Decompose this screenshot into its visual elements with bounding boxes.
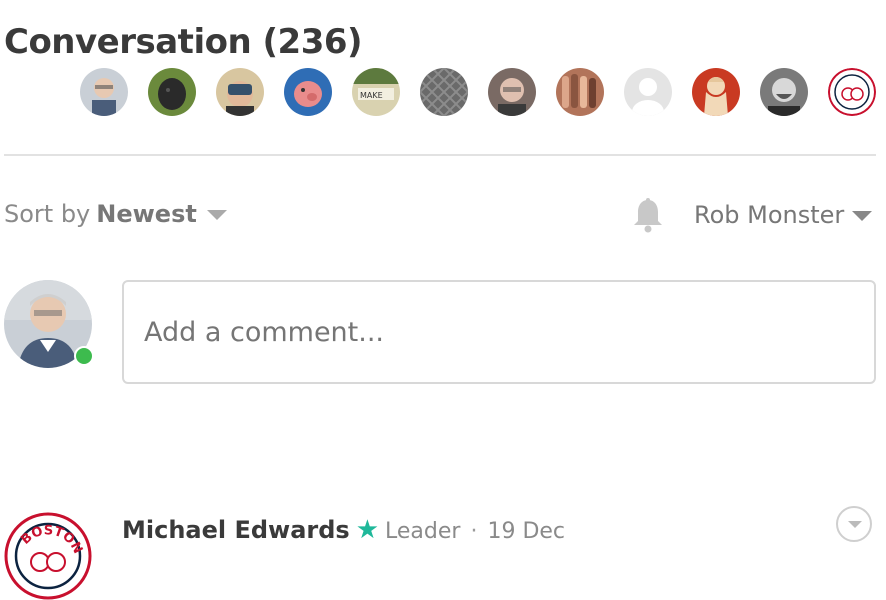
- participant-avatar[interactable]: MAKE: [352, 68, 400, 116]
- svg-text:MAKE: MAKE: [360, 91, 383, 100]
- chevron-down-icon: [852, 211, 873, 221]
- comment-options-button[interactable]: [836, 506, 872, 542]
- header-divider: [4, 154, 876, 156]
- chevron-down-icon: [206, 210, 227, 220]
- participant-avatar[interactable]: [556, 68, 604, 116]
- participant-avatar[interactable]: [80, 68, 128, 116]
- bell-icon[interactable]: [631, 197, 665, 233]
- online-status-indicator: [74, 346, 94, 366]
- participant-avatar[interactable]: [828, 68, 876, 116]
- comment-author-avatar[interactable]: BOSTON: [4, 512, 92, 600]
- star-icon: ★: [355, 515, 380, 545]
- comment-date[interactable]: 19 Dec: [487, 519, 565, 544]
- current-user-avatar: [4, 280, 94, 368]
- comment-author-role: Leader: [385, 519, 461, 544]
- participant-avatar[interactable]: [284, 68, 332, 116]
- participant-avatar[interactable]: [148, 68, 196, 116]
- participant-avatar[interactable]: [488, 68, 536, 116]
- participant-avatar[interactable]: [760, 68, 808, 116]
- comment-author-name[interactable]: Michael Edwards: [122, 516, 350, 544]
- conversation-title: Conversation (236): [4, 22, 363, 62]
- comment-header: Michael Edwards ★ Leader · 19 Dec: [122, 515, 565, 545]
- participant-avatar[interactable]: [692, 68, 740, 116]
- sort-dropdown[interactable]: Sort by Newest: [4, 200, 227, 228]
- participant-avatar[interactable]: [624, 68, 672, 116]
- participant-avatar[interactable]: [216, 68, 264, 116]
- participant-avatar[interactable]: [420, 68, 468, 116]
- separator-dot: ·: [470, 519, 478, 544]
- user-menu[interactable]: Rob Monster: [694, 201, 873, 229]
- sort-label: Sort by: [4, 200, 91, 228]
- user-name: Rob Monster: [694, 201, 845, 229]
- sort-value: Newest: [96, 200, 197, 228]
- comment-input[interactable]: [122, 280, 876, 384]
